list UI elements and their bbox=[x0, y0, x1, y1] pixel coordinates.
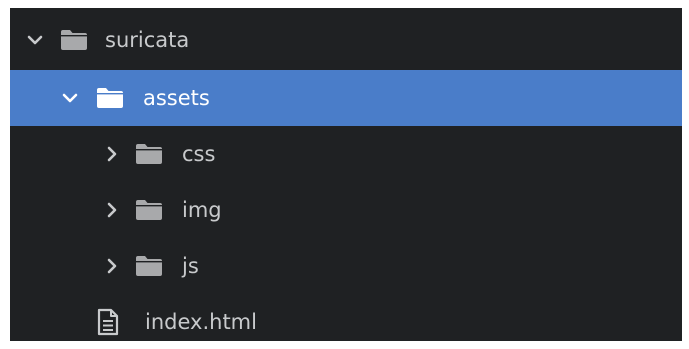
tree-item-assets[interactable]: assets bbox=[10, 70, 682, 126]
folder-icon bbox=[61, 30, 87, 50]
folder-icon bbox=[136, 256, 162, 276]
file-tree: suricata assets css img js index.html bbox=[10, 8, 682, 341]
folder-icon bbox=[136, 200, 162, 220]
tree-item-label: suricata bbox=[105, 28, 190, 52]
tree-item-css[interactable]: css bbox=[10, 126, 682, 182]
file-document-icon bbox=[97, 308, 119, 336]
chevron-right-icon[interactable] bbox=[103, 145, 121, 163]
tree-item-label: img bbox=[182, 198, 222, 222]
tree-item-index-html[interactable]: index.html bbox=[10, 294, 682, 341]
tree-item-label: index.html bbox=[145, 310, 257, 334]
tree-item-suricata[interactable]: suricata bbox=[10, 12, 682, 68]
folder-open-icon bbox=[97, 88, 123, 108]
chevron-right-icon[interactable] bbox=[103, 201, 121, 219]
chevron-down-icon[interactable] bbox=[26, 31, 44, 49]
tree-item-label: css bbox=[182, 142, 216, 166]
folder-icon bbox=[136, 144, 162, 164]
tree-item-label: assets bbox=[143, 86, 210, 110]
tree-item-img[interactable]: img bbox=[10, 182, 682, 238]
chevron-down-icon[interactable] bbox=[61, 89, 79, 107]
tree-item-label: js bbox=[182, 254, 199, 278]
chevron-right-icon[interactable] bbox=[103, 257, 121, 275]
tree-item-js[interactable]: js bbox=[10, 238, 682, 294]
